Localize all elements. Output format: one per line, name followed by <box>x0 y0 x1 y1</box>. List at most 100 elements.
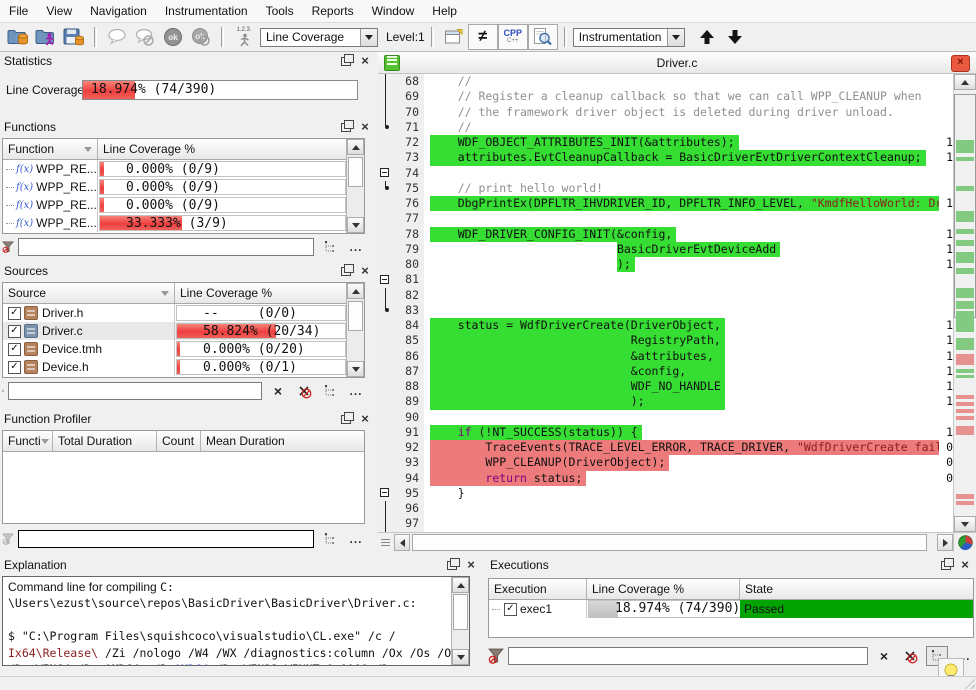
open-execution-report-button[interactable] <box>32 25 60 49</box>
menu-item-instrumentation[interactable]: Instrumentation <box>156 1 257 21</box>
remove-comment-button[interactable] <box>131 25 159 49</box>
source-row[interactable]: ✓Driver.h-- (0/0) <box>3 304 347 322</box>
coverage-minimap[interactable] <box>954 92 976 514</box>
editor-horizontal-scrollbar[interactable] <box>378 532 976 552</box>
code-line[interactable]: 74 <box>378 166 953 181</box>
scroll-down-button[interactable] <box>954 516 976 532</box>
more-options-button[interactable]: ... <box>346 530 366 548</box>
code-line[interactable]: 85 RegistryPath,1 <box>378 333 953 348</box>
code-line[interactable]: 88 WDF_NO_HANDLE1 <box>378 379 953 394</box>
code-line[interactable]: 68 // <box>378 74 953 89</box>
close-panel-button[interactable]: × <box>464 559 478 572</box>
sources-filter-input[interactable] <box>8 382 262 400</box>
code-line[interactable]: 89 );1 <box>378 394 953 409</box>
column-header-function[interactable]: Function <box>3 139 98 159</box>
new-window-button[interactable] <box>440 25 468 49</box>
chevron-down-icon[interactable] <box>667 29 684 46</box>
coverage-mode-combobox[interactable]: Line Coverage <box>260 28 378 47</box>
source-row[interactable]: ✓Device.h0.000% (0/1) <box>3 358 347 376</box>
executions-filter-input[interactable] <box>508 647 868 665</box>
code-line[interactable]: 86 &attributes,1 <box>378 349 953 364</box>
menu-item-file[interactable]: File <box>0 1 37 21</box>
chevron-down-icon[interactable] <box>360 29 377 46</box>
menu-item-tools[interactable]: Tools <box>257 1 303 21</box>
more-options-button[interactable]: ... <box>346 382 366 400</box>
exclude-filter-button[interactable] <box>900 647 920 665</box>
scrollbar-thumb[interactable] <box>412 534 927 551</box>
float-panel-button[interactable] <box>339 55 353 68</box>
source-language-button[interactable]: CPP C++ <box>498 24 528 50</box>
column-header-execution[interactable]: Execution <box>489 579 587 599</box>
fold-collapse-icon[interactable] <box>380 488 389 497</box>
code-line[interactable]: 72 WDF_OBJECT_ATTRIBUTES_INIT(&attribute… <box>378 135 953 150</box>
scroll-down-button[interactable] <box>347 217 364 233</box>
open-coverage-database-button[interactable] <box>4 25 32 49</box>
fold-marker[interactable] <box>378 166 394 181</box>
column-header-mean-duration[interactable]: Mean Duration <box>201 431 364 451</box>
editor-vertical-scrollbar[interactable] <box>953 74 976 532</box>
code-line[interactable]: 79 BasicDriverEvtDeviceAdd1 <box>378 242 953 257</box>
scrollbar-track[interactable] <box>410 534 935 551</box>
menu-item-navigation[interactable]: Navigation <box>81 1 156 21</box>
checkbox[interactable]: ✓ <box>8 361 21 374</box>
float-panel-button[interactable] <box>939 559 953 572</box>
menu-item-view[interactable]: View <box>37 1 81 21</box>
scroll-down-button[interactable] <box>452 649 469 665</box>
comparison-mode-button[interactable]: ≠ <box>468 24 498 50</box>
code-line[interactable]: 77 <box>378 211 953 226</box>
filter-icon[interactable] <box>2 239 14 255</box>
scroll-right-button[interactable] <box>937 534 953 551</box>
analysis-mode-combobox[interactable]: Instrumentation <box>573 28 685 47</box>
scrollbar-thumb[interactable] <box>453 594 468 630</box>
column-header-source[interactable]: Source <box>3 283 175 303</box>
function-row[interactable]: f(x)WPP_RE...0.000% (0/9) <box>3 196 347 214</box>
function-row[interactable]: f(x)WPP_RE...33.333% (3/9) <box>3 214 347 232</box>
float-panel-button[interactable] <box>339 413 353 426</box>
sources-scrollbar[interactable] <box>346 283 364 377</box>
column-header-line-coverage[interactable]: Line Coverage % <box>175 283 347 303</box>
scrollbar-thumb[interactable] <box>348 301 363 331</box>
invalidate-button[interactable]: ok <box>187 25 215 49</box>
code-line[interactable]: 83 <box>378 303 953 318</box>
code-line[interactable]: 91 if (!NT_SUCCESS(status)) {1 <box>378 425 953 440</box>
code-line[interactable]: 80 );1 <box>378 257 953 272</box>
code-line[interactable]: 96 <box>378 501 953 516</box>
search-button[interactable] <box>528 24 558 50</box>
profiler-filter-input[interactable] <box>18 530 314 548</box>
column-header-line-coverage[interactable]: Line Coverage % <box>98 139 347 159</box>
code-line[interactable]: 92 TraceEvents(TRACE_LEVEL_ERROR, TRACE_… <box>378 440 953 455</box>
checkbox[interactable]: ✓ <box>8 343 21 356</box>
fold-collapse-icon[interactable] <box>380 168 389 177</box>
save-button[interactable] <box>60 25 88 49</box>
function-row[interactable]: f(x)WPP_RE...0.000% (0/9) <box>3 160 347 178</box>
validate-button[interactable]: ok <box>159 25 187 49</box>
code-line[interactable]: 70 // the framework driver object is del… <box>378 105 953 120</box>
clear-filter-button[interactable]: × <box>874 647 894 665</box>
scroll-up-button[interactable] <box>954 74 976 90</box>
column-header-function[interactable]: Functi <box>3 431 53 451</box>
code-line[interactable]: 87 &config,1 <box>378 364 953 379</box>
code-line[interactable]: 97 <box>378 516 953 531</box>
previous-button[interactable] <box>693 25 721 49</box>
menu-item-help[interactable]: Help <box>423 1 466 21</box>
close-panel-button[interactable]: × <box>958 559 972 572</box>
exclude-filter-button[interactable] <box>294 382 314 400</box>
more-options-button[interactable]: ... <box>346 238 366 256</box>
code-line[interactable]: 73 attributes.EvtCleanupCallback = Basic… <box>378 150 953 165</box>
execution-counts-button[interactable]: 1.2.3. <box>230 25 258 49</box>
scroll-up-button[interactable] <box>452 577 469 593</box>
functions-filter-input[interactable] <box>18 238 314 256</box>
column-header-total-duration[interactable]: Total Duration <box>53 431 157 451</box>
code-line[interactable]: 84 status = WdfDriverCreate(DriverObject… <box>378 318 953 333</box>
scroll-down-button[interactable] <box>347 361 364 377</box>
checkbox[interactable]: ✓ <box>504 603 517 616</box>
code-line[interactable]: 81 <box>378 272 953 287</box>
code-line[interactable]: 76 DbgPrintEx(DPFLTR_IHVDRIVER_ID, DPFLT… <box>378 196 953 211</box>
add-comment-button[interactable] <box>103 25 131 49</box>
scroll-up-button[interactable] <box>347 283 364 299</box>
float-panel-button[interactable] <box>339 265 353 278</box>
fold-marker[interactable] <box>378 486 394 501</box>
tree-view-button[interactable] <box>320 382 340 400</box>
code-line[interactable]: 90 <box>378 410 953 425</box>
filter-icon[interactable] <box>488 648 504 664</box>
